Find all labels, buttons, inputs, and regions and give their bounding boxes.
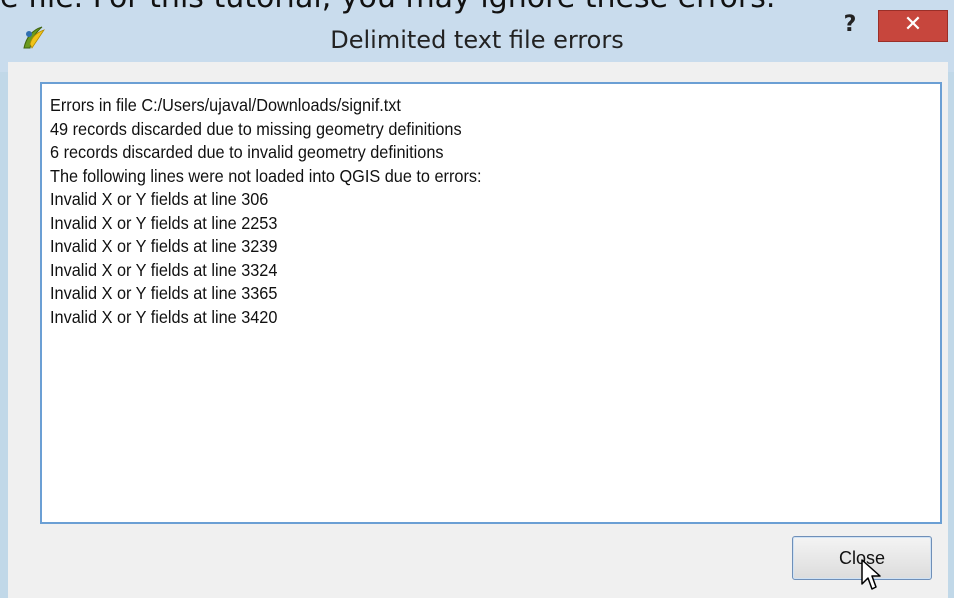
error-line: Invalid X or Y fields at line 3365 [50, 283, 278, 303]
error-line: Invalid X or Y fields at line 3239 [50, 236, 278, 256]
error-line: 49 records discarded due to missing geom… [50, 118, 462, 139]
dialog-title: Delimited text file errors [330, 26, 624, 54]
window-close-button[interactable]: ✕ [878, 10, 948, 42]
error-line: Invalid X or Y fields at line 3420 [50, 306, 278, 327]
errors-text-area[interactable]: Errors in file C:/Users/ujaval/Downloads… [40, 82, 942, 524]
background-caption: e file. For this tutorial, you may ignor… [0, 0, 954, 18]
error-line: Invalid X or Y fields at line 2253 [50, 212, 278, 233]
error-line: Errors in file C:/Users/ujaval/Downloads… [50, 95, 401, 115]
mouse-pointer-icon [861, 559, 881, 590]
dialog-content: Errors in file C:/Users/ujaval/Downloads… [8, 62, 948, 598]
help-button[interactable]: ? [836, 10, 864, 40]
help-icon: ? [843, 12, 857, 37]
error-line: 6 records discarded due to invalid geome… [50, 142, 444, 162]
error-line: The following lines were not loaded into… [50, 165, 482, 186]
error-line: Invalid X or Y fields at line 306 [50, 189, 269, 209]
close-icon: ✕ [903, 12, 923, 37]
dialog-window: e file. For this tutorial, you may ignor… [0, 0, 954, 598]
error-line: Invalid X or Y fields at line 3324 [50, 259, 278, 280]
